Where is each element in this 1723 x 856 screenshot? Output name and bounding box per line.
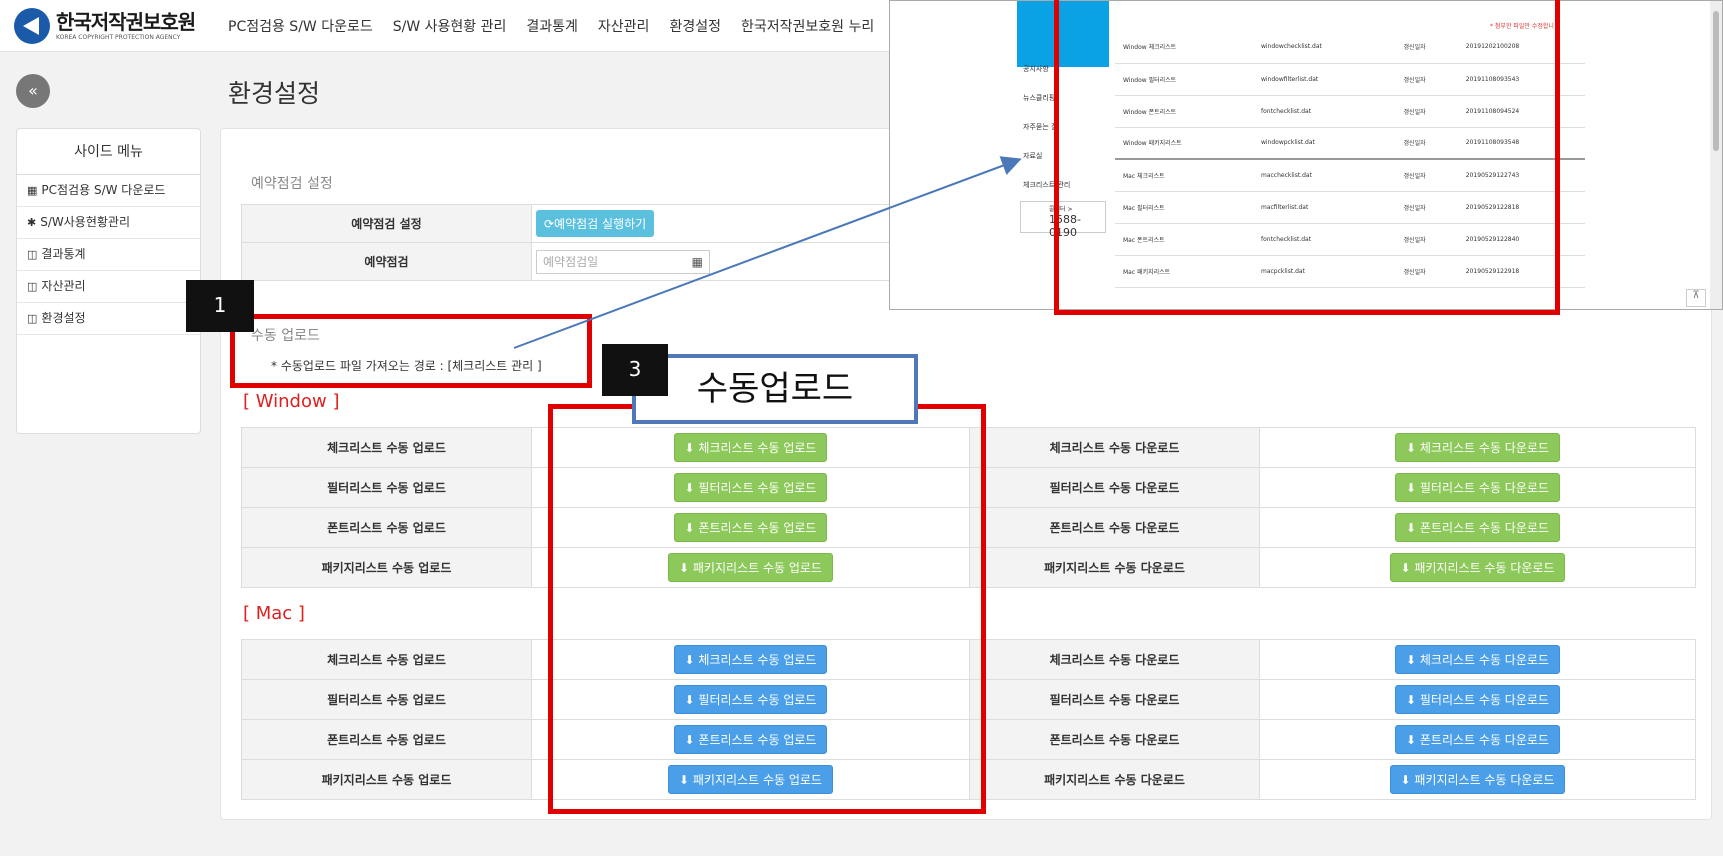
annotation-callout-manual-upload: 수동업로드 xyxy=(632,354,918,424)
annotation-badge-3: 3 xyxy=(602,344,668,396)
annotation-arrow xyxy=(513,156,1022,349)
annotation-badge-1: 1 xyxy=(186,280,254,332)
